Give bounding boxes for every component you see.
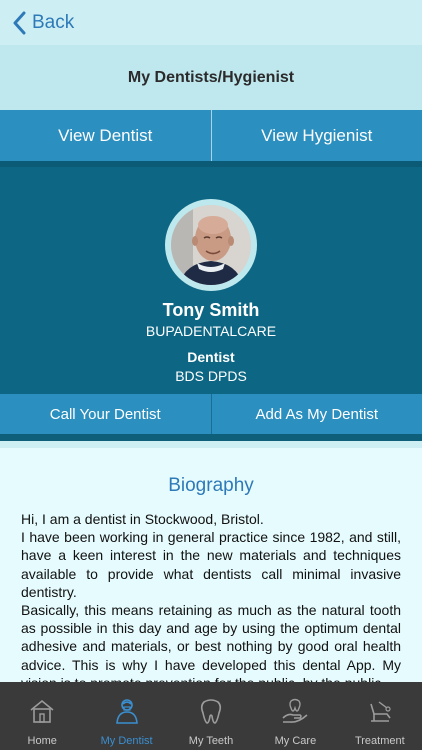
- call-dentist-button[interactable]: Call Your Dentist: [0, 394, 211, 434]
- segment-tabs: View Dentist View Hygienist: [0, 110, 422, 161]
- biography-section[interactable]: Biography Hi, I am a dentist in Stockwoo…: [0, 448, 422, 682]
- tabbar-item-treatment[interactable]: Treatment: [338, 682, 422, 750]
- tabbar-label: Treatment: [354, 735, 405, 747]
- tabbar-item-my-teeth[interactable]: My Teeth: [169, 682, 253, 750]
- back-button[interactable]: Back: [12, 10, 74, 36]
- dental-chair-icon: [370, 701, 391, 722]
- page-title: My Dentists/Hygienist: [127, 68, 295, 86]
- biography-text: Hi, I am a dentist in Stockwood, Bristol…: [21, 511, 401, 682]
- tab-view-dentist[interactable]: View Dentist: [0, 110, 211, 161]
- tabbar-label: My Dentist: [100, 735, 153, 747]
- tabbar-item-home[interactable]: Home: [0, 682, 84, 750]
- biography-heading: Biography: [168, 475, 254, 496]
- dentist-company: BUPADENTALCARE: [145, 323, 277, 339]
- home-icon: [30, 699, 54, 723]
- page-header: My Dentists/Hygienist: [0, 45, 422, 110]
- bottom-tab-bar: Home My Dentist My Teeth My Care Treatme…: [0, 682, 422, 750]
- profile-actions: Call Your Dentist Add As My Dentist: [0, 394, 422, 441]
- tooth-icon: [200, 699, 222, 724]
- tabbar-label: My Teeth: [188, 735, 234, 747]
- dentist-icon: [115, 699, 138, 724]
- add-as-my-dentist-button[interactable]: Add As My Dentist: [210, 394, 422, 434]
- tab-view-hygienist[interactable]: View Hygienist: [210, 110, 422, 161]
- profile-card: Tony Smith BUPADENTALCARE Dentist BDS DP…: [0, 161, 422, 394]
- tabbar-label: My Care: [274, 735, 317, 747]
- avatar-frame: [165, 199, 257, 291]
- dentist-role: Dentist: [187, 349, 235, 365]
- avatar: [171, 205, 251, 285]
- chevron-left-icon: [13, 11, 26, 35]
- dentist-qualifications: BDS DPDS: [175, 368, 247, 384]
- tabbar-item-my-care[interactable]: My Care: [253, 682, 337, 750]
- care-hand-icon: [282, 698, 308, 723]
- tabbar-item-my-dentist[interactable]: My Dentist: [84, 682, 168, 750]
- tabbar-label: Home: [27, 735, 57, 747]
- back-label: Back: [32, 12, 75, 33]
- dentist-name: Tony Smith: [162, 300, 260, 320]
- top-nav-bar: Back: [0, 0, 422, 45]
